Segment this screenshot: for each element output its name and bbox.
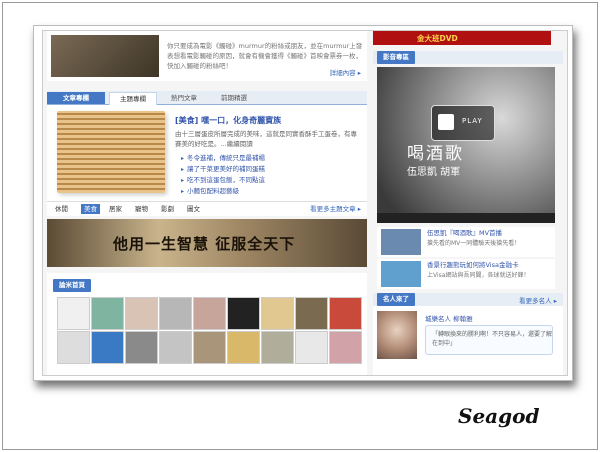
avatar[interactable]: [159, 331, 192, 364]
article-desc: 由十三層蛋皮所層完成的美味，這就是同實香酥手工蛋卷，有專賽美的好吃是。...繼續…: [175, 130, 357, 148]
avatar[interactable]: [261, 297, 294, 330]
video-thumbnail[interactable]: [381, 261, 421, 287]
video-title: 喝酒歌: [407, 144, 464, 164]
celebrity-block: 名人來了 看更多名人 ▸ 城樂名人 柳翰雅 「轉眼換來的勝利啊！不只容易人，還要…: [373, 293, 563, 375]
category-leisure[interactable]: 休閒: [55, 204, 68, 214]
video-player[interactable]: PLAY 喝酒歌 伍思凱 胡軍: [377, 67, 555, 213]
avatar[interactable]: [329, 297, 362, 330]
video-list-item[interactable]: 香景行趣熊玩如何將Visa金融卡 上Visa網站與吾同聞，各球就送好鋒！: [377, 259, 555, 289]
camera-icon: [438, 114, 454, 130]
play-button[interactable]: PLAY: [431, 105, 495, 141]
category-graphics[interactable]: 圖文: [187, 204, 200, 214]
speech-bubble: 「轉眼換來的勝利啊！不只容易人，還要了解在到中」: [425, 325, 553, 355]
avatar[interactable]: [57, 331, 90, 364]
video-artist: 伍思凱 胡軍: [407, 167, 461, 178]
category-bar: 休閒 美食 居家 寵物 影劇 圖文 看更多主題文章 ▸: [47, 201, 367, 216]
avatar[interactable]: [193, 297, 226, 330]
category-food[interactable]: 美食: [81, 204, 100, 214]
intro-block: 你只要成為電影《觸碰》murmur的粉絲或朋友，並在murmur上發表想看電影觸…: [47, 31, 367, 81]
avatar[interactable]: [91, 331, 124, 364]
category-film[interactable]: 影劇: [161, 204, 174, 214]
tab-topic-column[interactable]: 主題專欄: [109, 92, 157, 105]
celebrity-quote: 「轉眼換來的勝利啊！不只容易人，還要了解在到中」: [432, 331, 553, 347]
tab-popular[interactable]: 熱門文章: [161, 92, 207, 104]
avatar[interactable]: [227, 331, 260, 364]
more-celebrities-link[interactable]: 看更多名人 ▸: [519, 295, 557, 305]
avatar[interactable]: [227, 297, 260, 330]
signature: Seagod: [458, 404, 540, 428]
photo-frame: 你只要成為電影《觸碰》murmur的粉絲或朋友，並在murmur上發表想看電影觸…: [2, 2, 598, 450]
avatar[interactable]: [261, 331, 294, 364]
article-link[interactable]: 吃不到這蛋包飯，不同點這: [181, 175, 265, 186]
right-column: 金大班DVD 影音專區 PLAY 喝酒歌 伍思凱 胡軍 伍思凱『喝酒歌』MV首播: [373, 31, 563, 375]
tab-past-picks[interactable]: 前期精選: [211, 92, 257, 104]
avatar[interactable]: [57, 297, 90, 330]
dvd-banner[interactable]: 金大班DVD: [373, 31, 551, 45]
article-links: 冬令進補，傳統只是最補楊 讓了干菜更美好的補同蛋糕 吃不到這蛋包飯，不同點這 小…: [181, 153, 265, 197]
video-item-desc: 上Visa網站與吾同聞，各球就送好鋒！: [427, 272, 530, 279]
featured-article: [美食] 嘿一口，化身奇麗寶族 由十三層蛋皮所層完成的美味，這就是同實香酥手工蛋…: [47, 105, 367, 201]
video-item-title[interactable]: 伍思凱『喝酒歌』MV首播: [427, 229, 502, 238]
video-thumbnail[interactable]: [381, 229, 421, 255]
video-controls[interactable]: [377, 213, 555, 223]
banner-slogan: 他用一生智慧 征服全天下: [113, 235, 296, 253]
video-list-item[interactable]: 伍思凱『喝酒歌』MV首播 搶先看的MV一同體驗天後搶先看！: [377, 227, 555, 257]
article-link[interactable]: 小麵包配料超藝級: [181, 186, 265, 197]
avatar[interactable]: [159, 297, 192, 330]
avatar[interactable]: [193, 331, 226, 364]
egg-roll-image[interactable]: [57, 111, 165, 193]
avatar[interactable]: [329, 331, 362, 364]
video-item-desc: 搶先看的MV一同體驗天後搶先看！: [427, 240, 521, 247]
intro-more-link[interactable]: 詳細內容 ▸: [330, 67, 361, 77]
left-column: 你只要成為電影《觸碰》murmur的粉絲或朋友，並在murmur上發表想看電影觸…: [47, 31, 367, 375]
video-item-title[interactable]: 香景行趣熊玩如何將Visa金融卡: [427, 261, 518, 270]
intro-thumbnail[interactable]: [51, 35, 159, 77]
celebrity-title: 名人來了: [377, 293, 415, 306]
article-link[interactable]: 冬令進補，傳統只是最補楊: [181, 153, 265, 164]
celebrity-photo[interactable]: [377, 311, 417, 359]
category-pets[interactable]: 寵物: [135, 204, 148, 214]
play-label: PLAY: [462, 117, 483, 125]
article-link[interactable]: 讓了干菜更美好的補同蛋糕: [181, 164, 265, 175]
article-tabs: 文章專欄 主題專欄 熱門文章 前期精選: [47, 91, 367, 105]
video-section-title: 影音專區: [377, 51, 415, 64]
dvd-title: 金大班DVD: [417, 34, 458, 43]
tab-article-column[interactable]: 文章專欄: [47, 92, 105, 104]
avatar[interactable]: [295, 297, 328, 330]
screenshot-card: 你只要成為電影《觸碰》murmur的粉絲或朋友，並在murmur上發表想看電影觸…: [33, 25, 573, 381]
avatar[interactable]: [125, 297, 158, 330]
avatar[interactable]: [91, 297, 124, 330]
ad-banner[interactable]: 他用一生智慧 征服全天下: [47, 219, 367, 267]
celebrity-name[interactable]: 城樂名人 柳翰雅: [425, 313, 473, 323]
avatar[interactable]: [125, 331, 158, 364]
photo-wall-title: 論米首頁: [53, 279, 91, 292]
web-page: 你只要成為電影《觸碰》murmur的粉絲或朋友，並在murmur上發表想看電影觸…: [42, 30, 568, 376]
photo-wall: 論米首頁: [47, 273, 367, 375]
more-topics-link[interactable]: 看更多主題文章 ▸: [310, 204, 361, 214]
avatar[interactable]: [295, 331, 328, 364]
article-title[interactable]: [美食] 嘿一口，化身奇麗寶族: [175, 115, 281, 126]
category-home[interactable]: 居家: [109, 204, 122, 214]
